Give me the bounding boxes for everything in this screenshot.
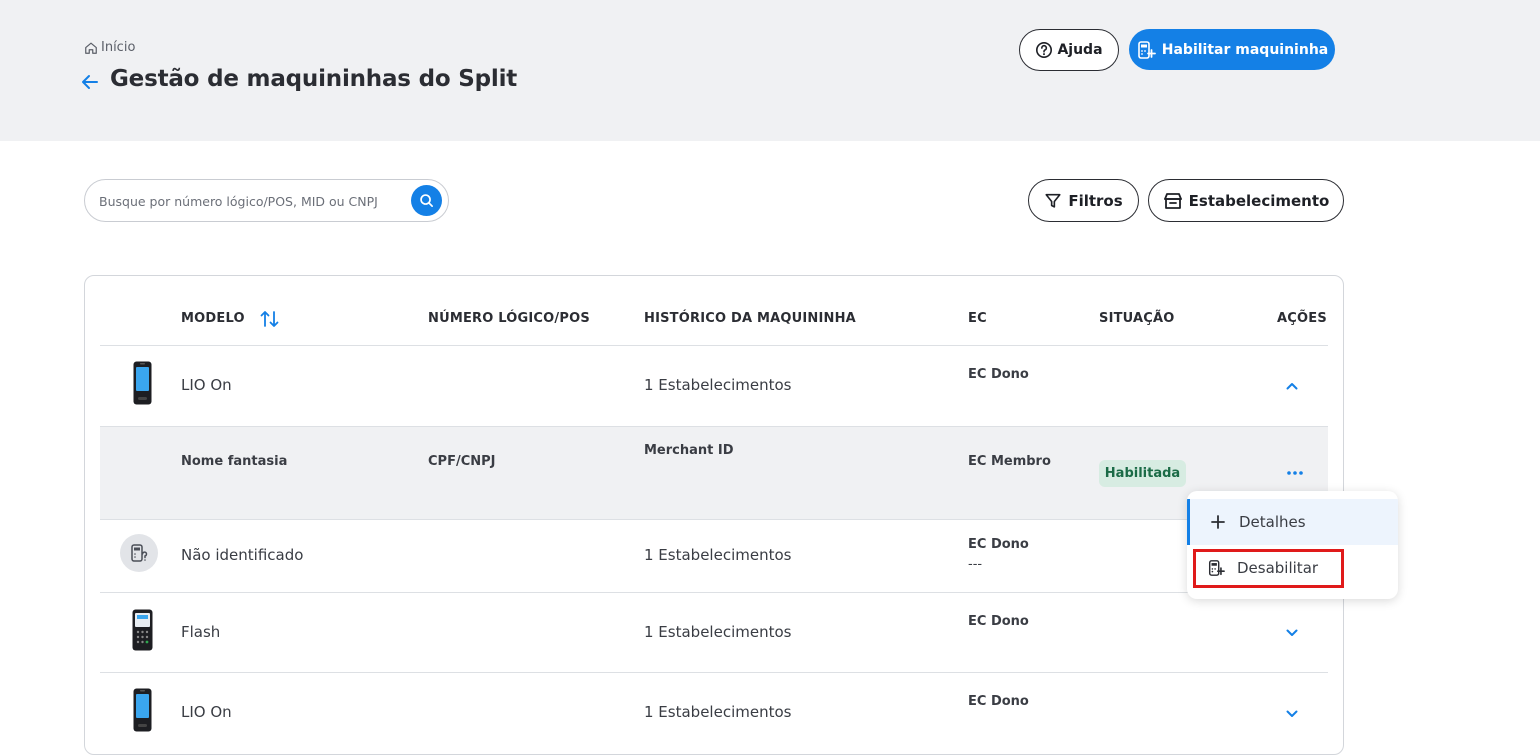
- row-divider: [100, 426, 1328, 427]
- history-cell[interactable]: 1 Estabelecimentos: [644, 703, 791, 721]
- ec-sub-cell: ---: [968, 557, 983, 572]
- row-divider: [100, 672, 1328, 673]
- establishment-button-label: Estabelecimento: [1188, 191, 1330, 210]
- model-cell: Não identificado: [181, 546, 304, 564]
- enable-machine-button[interactable]: Habilitar maquininha: [1129, 29, 1335, 70]
- model-cell: LIO On: [181, 703, 232, 721]
- breadcrumb-home[interactable]: Início: [101, 40, 135, 55]
- unknown-device-icon: [120, 534, 158, 572]
- enable-machine-label: Habilitar maquininha: [1161, 41, 1329, 58]
- filters-button[interactable]: Filtros: [1028, 179, 1139, 222]
- model-cell: Flash: [181, 623, 221, 641]
- lio-on-device-icon: [133, 688, 152, 732]
- pos-question-icon: [131, 544, 148, 562]
- sub-ec-cell: EC Membro: [968, 454, 1051, 469]
- sub-merchant-cell: Merchant ID: [644, 443, 734, 458]
- model-cell: LIO On: [181, 376, 232, 394]
- flash-device-icon: [132, 609, 153, 651]
- column-header-actions: AÇÕES: [1277, 311, 1327, 326]
- establishment-button[interactable]: Estabelecimento: [1148, 179, 1344, 222]
- column-header-pos: NÚMERO LÓGICO/POS: [428, 311, 590, 326]
- history-cell[interactable]: 1 Estabelecimentos: [644, 376, 791, 394]
- menu-item-details-label: Detalhes: [1239, 513, 1306, 531]
- chevron-down-icon[interactable]: [1284, 625, 1300, 641]
- status-badge: Habilitada: [1099, 460, 1186, 487]
- column-header-history: HISTÓRICO DA MAQUININHA: [644, 311, 856, 326]
- pos-plus-icon: [1137, 40, 1156, 59]
- sub-doc-cell: CPF/CNPJ: [428, 454, 496, 469]
- filter-icon: [1045, 193, 1061, 208]
- more-options-icon[interactable]: [1285, 468, 1305, 478]
- sort-icon[interactable]: [259, 309, 281, 329]
- ec-cell: EC Dono: [968, 694, 1029, 709]
- sub-name-cell: Nome fantasia: [181, 454, 288, 469]
- column-header-status: SITUAÇÃO: [1099, 311, 1175, 326]
- row-divider: [100, 519, 1328, 520]
- help-button[interactable]: Ajuda: [1019, 29, 1119, 71]
- row-divider: [100, 592, 1328, 593]
- history-cell[interactable]: 1 Estabelecimentos: [644, 546, 791, 564]
- ec-cell: EC Dono: [968, 614, 1029, 629]
- page-title: Gestão de maquininhas do Split: [110, 66, 518, 92]
- row-divider: [100, 345, 1328, 346]
- menu-item-details[interactable]: Detalhes: [1187, 499, 1398, 545]
- ec-cell: EC Dono: [968, 367, 1029, 382]
- help-circle-icon: [1036, 41, 1053, 59]
- filters-button-label: Filtros: [1068, 191, 1123, 210]
- history-cell[interactable]: 1 Estabelecimentos: [644, 623, 791, 641]
- help-button-label: Ajuda: [1057, 42, 1103, 58]
- search-box: [84, 179, 449, 222]
- chevron-down-icon[interactable]: [1284, 706, 1300, 722]
- back-arrow-icon[interactable]: [80, 72, 100, 92]
- store-icon: [1163, 192, 1182, 209]
- ec-cell: EC Dono: [968, 537, 1029, 552]
- search-input[interactable]: [99, 190, 391, 212]
- column-header-ec: EC: [968, 311, 987, 326]
- highlight-annotation: [1193, 549, 1344, 588]
- breadcrumb[interactable]: Início: [84, 40, 135, 55]
- search-button[interactable]: [411, 185, 442, 216]
- column-header-model[interactable]: MODELO: [181, 311, 245, 326]
- search-icon: [420, 194, 433, 207]
- home-icon: [85, 42, 97, 54]
- plus-icon: [1211, 515, 1225, 529]
- lio-on-device-icon: [133, 361, 152, 405]
- chevron-up-icon[interactable]: [1284, 378, 1300, 394]
